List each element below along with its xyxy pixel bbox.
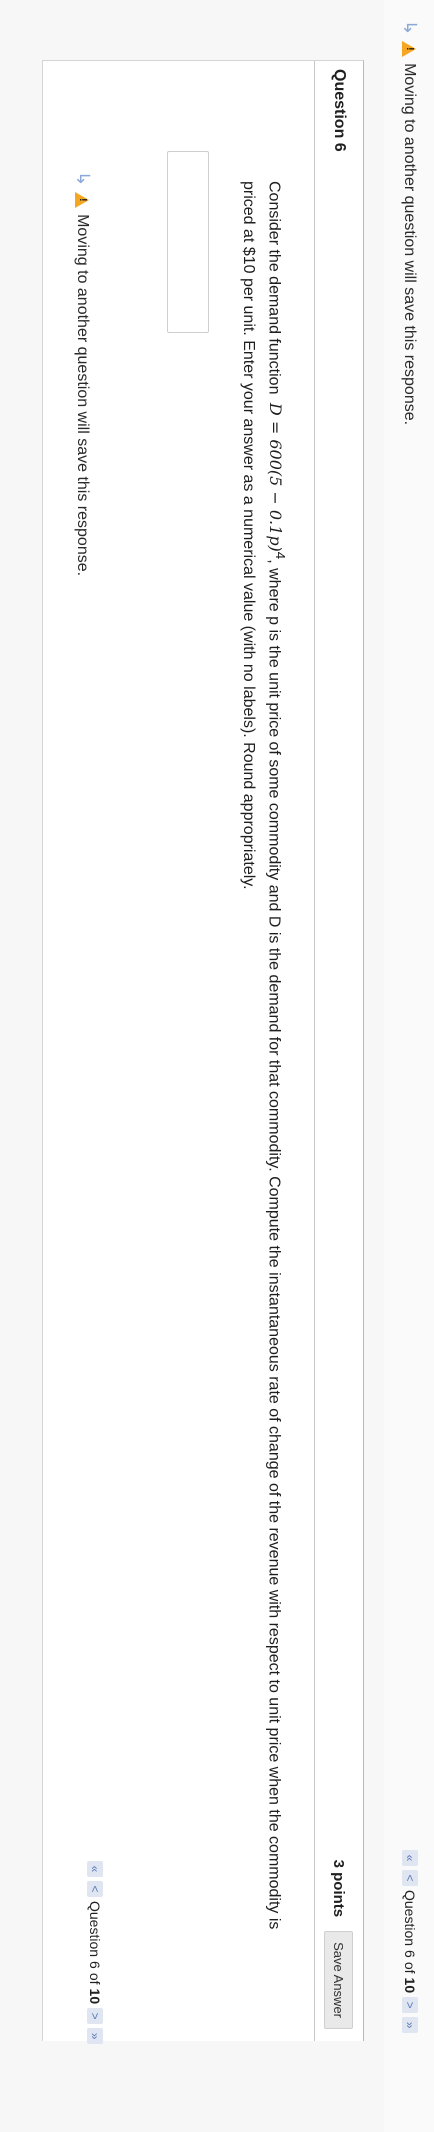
next-question-button[interactable]: > [402,1997,418,2014]
prev-question-button[interactable]: < [402,1870,418,1886]
nav-total: 10 [402,1977,418,1994]
nav-current: 6 [87,1961,103,1969]
first-question-button[interactable]: « [87,1861,103,1877]
nav-of: of [87,1972,103,1985]
top-warning: ↳ Moving to another question will save t… [399,20,420,425]
question-text: Consider the demand function D = 600(5 −… [235,181,293,1961]
question-block: Question 6 3 points Save Answer Consider… [42,60,364,2045]
last-question-button[interactable]: » [402,2017,418,2034]
bottom-question-navigator: « < Question 6 of 10 > » [87,1861,103,2045]
points-label: 3 points [330,1859,348,1918]
top-question-navigator: « < Question 6 of 10 > » [402,1850,418,2034]
top-warning-text: Moving to another question will save thi… [401,63,419,426]
nav-prefix: Question [87,1901,103,1958]
save-answer-button[interactable]: Save Answer [324,1931,354,2029]
nav-of: of [402,1961,418,1974]
nav-prefix: Question [402,1890,418,1947]
next-question-button[interactable]: > [87,2008,103,2025]
nav-current: 6 [402,1950,418,1958]
warning-icon [402,41,417,58]
top-bar: ↳ Moving to another question will save t… [384,0,434,2132]
last-question-button[interactable]: » [87,2028,103,2045]
demand-equation: D = 600(5 − 0.1p) [265,402,285,552]
return-arrow-icon: ↳ [73,171,93,187]
question-header: Question 6 3 points Save Answer [314,61,363,2041]
answer-input[interactable] [167,151,209,333]
warning-icon [75,192,90,209]
first-question-button[interactable]: « [402,1850,418,1866]
question-text-before: Consider the demand function [265,181,283,395]
bottom-warning-text: Moving to another question will save thi… [74,214,92,577]
nav-total: 10 [87,1988,103,2005]
return-arrow-icon: ↳ [400,20,420,36]
question-header-right: 3 points Save Answer [324,1859,354,2029]
bottom-warning: ↳ Moving to another question will save t… [72,171,93,576]
page-canvas: ↳ Moving to another question will save t… [0,0,434,2132]
question-title: Question 6 [331,69,348,152]
prev-question-button[interactable]: < [87,1881,103,1897]
